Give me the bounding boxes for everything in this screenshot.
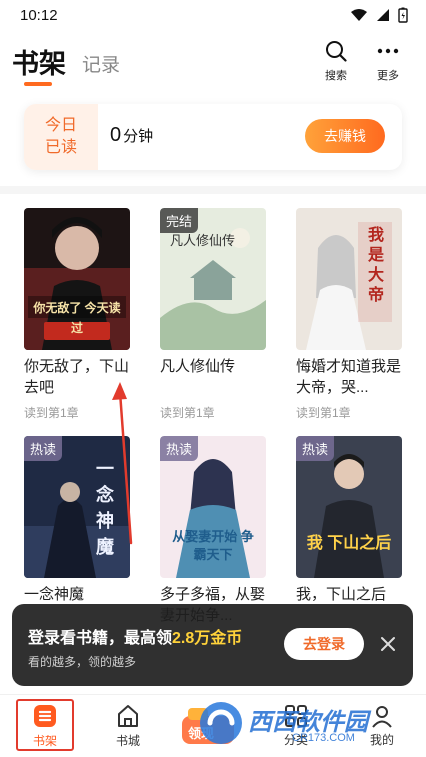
login-banner-title-prefix: 登录看书籍，最高领 — [28, 630, 173, 647]
hot-badge: 热读 — [296, 436, 335, 461]
hot-badge: 热读 — [160, 436, 199, 461]
hot-badge: 热读 — [24, 436, 63, 461]
book-cover-title: 我 下山之后 — [306, 535, 392, 552]
search-label: 搜索 — [325, 70, 347, 82]
book-card[interactable]: 热读 我 下山之后 我，下山之后 — [296, 436, 402, 626]
today-read-label-line1: 今日 — [44, 117, 77, 134]
section-divider — [0, 186, 426, 194]
book-cover[interactable]: 热读 从娶妻开始 争霸天下 — [160, 436, 266, 578]
more-button[interactable]: 更多 — [368, 40, 408, 83]
status-time: 10:12 — [20, 6, 58, 24]
today-read-label-line2: 已读 — [44, 139, 77, 156]
book-cover-title: 我是大帝 — [368, 227, 385, 304]
nav-item-bookstore[interactable]: 书城 — [98, 699, 158, 753]
book-title[interactable]: 凡人修仙传 — [160, 356, 266, 398]
login-banner-subtitle: 看的越多，领的越多 — [28, 655, 137, 669]
reading-minutes: 0 分钟 — [110, 124, 153, 147]
battery-icon — [398, 7, 408, 23]
more-dots-icon — [377, 48, 399, 54]
reading-time-card: 今日 已读 0 分钟 去赚钱 — [24, 104, 402, 170]
status-bar: 10:12 — [0, 0, 426, 30]
annotation-highlight-box — [16, 699, 74, 751]
tab-bookshelf[interactable]: 书架 — [12, 42, 66, 81]
book-progress: 读到第1章 — [296, 406, 351, 420]
watermark: 西西软件园 CR173.COM — [196, 698, 418, 748]
book-card[interactable]: 我是大帝 悔婚才知道我是大帝，哭... 读到第1章 — [296, 208, 402, 421]
header: 书架 记录 搜索 更多 — [0, 30, 426, 92]
book-cover-title: 从娶妻开始 争霸天下 — [172, 529, 254, 562]
close-icon[interactable] — [378, 634, 398, 654]
annotation-arrow — [112, 382, 133, 545]
login-banner-title: 登录看书籍，最高领2.8万金币 — [28, 624, 242, 648]
reading-minutes-value: 0 — [110, 124, 122, 146]
reading-minutes-unit: 分钟 — [123, 128, 154, 145]
today-read-label: 今日 已读 — [24, 104, 98, 170]
home-icon — [118, 705, 138, 727]
book-cover[interactable]: 完结 凡人修仙传 — [160, 208, 266, 350]
book-cover[interactable]: 热读 我 下山之后 — [296, 436, 402, 578]
book-card[interactable]: 热读 从娶妻开始 争霸天下 多子多福，从娶妻开始争... — [160, 436, 266, 626]
wifi-icon — [351, 9, 367, 21]
book-title[interactable]: 悔婚才知道我是大帝，哭... — [296, 356, 402, 398]
book-cover[interactable]: 你无敌了 今天读过 — [24, 208, 130, 350]
more-label: 更多 — [377, 70, 399, 82]
search-button[interactable]: 搜索 — [316, 40, 356, 83]
active-tab-indicator — [24, 82, 52, 86]
book-cover[interactable]: 我是大帝 — [296, 208, 402, 350]
earn-money-button[interactable]: 去赚钱 — [305, 119, 385, 153]
nav-bookstore-label: 书城 — [115, 734, 140, 748]
login-button[interactable]: 去登录 — [284, 628, 364, 660]
book-cover-title: 凡人修仙传 — [170, 234, 236, 249]
book-cover-art — [296, 208, 402, 350]
status-icons — [350, 7, 408, 23]
book-cover-title: 你无敌了 今天读过 — [33, 301, 121, 335]
login-banner-highlight: 2.8万金币 — [172, 630, 243, 647]
tab-record[interactable]: 记录 — [82, 50, 120, 77]
search-icon — [326, 41, 347, 62]
book-progress: 读到第1章 — [160, 406, 215, 420]
book-card[interactable]: 完结 凡人修仙传 凡人修仙传 读到第1章 — [160, 208, 266, 421]
signal-icon — [377, 9, 389, 21]
login-banner: 登录看书籍，最高领2.8万金币 看的越多，领的越多 去登录 — [12, 604, 413, 686]
watermark-domain: CR173.COM — [292, 732, 355, 744]
